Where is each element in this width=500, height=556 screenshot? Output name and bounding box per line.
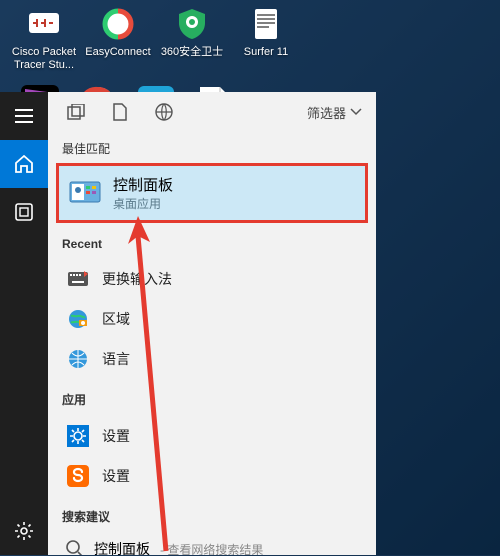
- start-left-rail: [0, 92, 48, 555]
- best-match-control-panel[interactable]: 控制面板 桌面应用: [56, 163, 368, 223]
- cards-icon[interactable]: [56, 92, 96, 132]
- web-globe-icon[interactable]: [144, 92, 184, 132]
- settings-gear-blue-icon: [66, 424, 90, 448]
- desktop-icon-surfer[interactable]: Surfer 11: [230, 4, 302, 72]
- desktop-icon-label: Surfer 11: [230, 46, 302, 59]
- settings-gear-icon[interactable]: [0, 507, 48, 555]
- search-icon: [66, 540, 84, 555]
- keyboard-icon: [66, 267, 90, 291]
- filter-row: 筛选器: [48, 92, 376, 132]
- easyconnect-icon: [98, 4, 138, 44]
- best-match-title: 控制面板: [113, 174, 173, 195]
- app-item-settings-1[interactable]: 设置: [48, 416, 376, 456]
- suggestion-text: 控制面板: [94, 539, 150, 555]
- control-panel-icon: [69, 177, 101, 209]
- app-item-label: 设置: [102, 426, 130, 446]
- app-item-settings-2[interactable]: 设置: [48, 456, 376, 496]
- desktop-icons-row: Cisco Packet Tracer Stu... EasyConnect 3…: [0, 0, 500, 72]
- recent-list: 更换输入法 区域 语言: [48, 257, 376, 381]
- filter-dropdown[interactable]: 筛选器: [301, 99, 368, 126]
- home-icon[interactable]: [0, 140, 48, 188]
- apps-header: 应用: [48, 381, 376, 414]
- apps-list: 设置 设置: [48, 414, 376, 498]
- recent-item-label: 区域: [102, 309, 130, 329]
- desktop-icon-label: 360安全卫士: [156, 46, 228, 59]
- filter-label: 筛选器: [307, 103, 346, 122]
- apps-icon[interactable]: [0, 188, 48, 236]
- cisco-icon: [24, 4, 64, 44]
- hamburger-menu-icon[interactable]: [0, 92, 48, 140]
- chevron-down-icon: [350, 108, 362, 116]
- app-item-label: 设置: [102, 466, 130, 486]
- recent-item-ime[interactable]: 更换输入法: [48, 259, 376, 299]
- sogou-icon: [66, 464, 90, 488]
- recent-item-label: 更换输入法: [102, 269, 172, 289]
- 360-shield-icon: [172, 4, 212, 44]
- recent-item-region[interactable]: 区域: [48, 299, 376, 339]
- desktop-icon-cisco[interactable]: Cisco Packet Tracer Stu...: [8, 4, 80, 72]
- region-globe-icon: [66, 307, 90, 331]
- desktop-icon-label: EasyConnect: [82, 46, 154, 59]
- surfer-icon: [246, 4, 286, 44]
- language-globe-icon: [66, 347, 90, 371]
- best-match-header: 最佳匹配: [48, 132, 376, 163]
- recent-item-language[interactable]: 语言: [48, 339, 376, 379]
- desktop-icon-easyconnect[interactable]: EasyConnect: [82, 4, 154, 72]
- recent-header: Recent: [48, 223, 376, 257]
- desktop-icon-360[interactable]: 360安全卫士: [156, 4, 228, 72]
- suggestion-hint: - 查看网络搜索结果: [160, 541, 263, 556]
- suggestions-header: 搜索建议: [48, 498, 376, 531]
- document-filter-icon[interactable]: [100, 92, 140, 132]
- desktop-icon-label: Cisco Packet Tracer Stu...: [8, 46, 80, 72]
- best-match-subtitle: 桌面应用: [113, 195, 173, 212]
- recent-item-label: 语言: [102, 349, 130, 369]
- search-results-panel: 筛选器 最佳匹配 控制面板 桌面应用 Recent 更换输入法 区域: [48, 92, 376, 555]
- search-suggestion-item[interactable]: 控制面板 - 查看网络搜索结果: [48, 531, 376, 555]
